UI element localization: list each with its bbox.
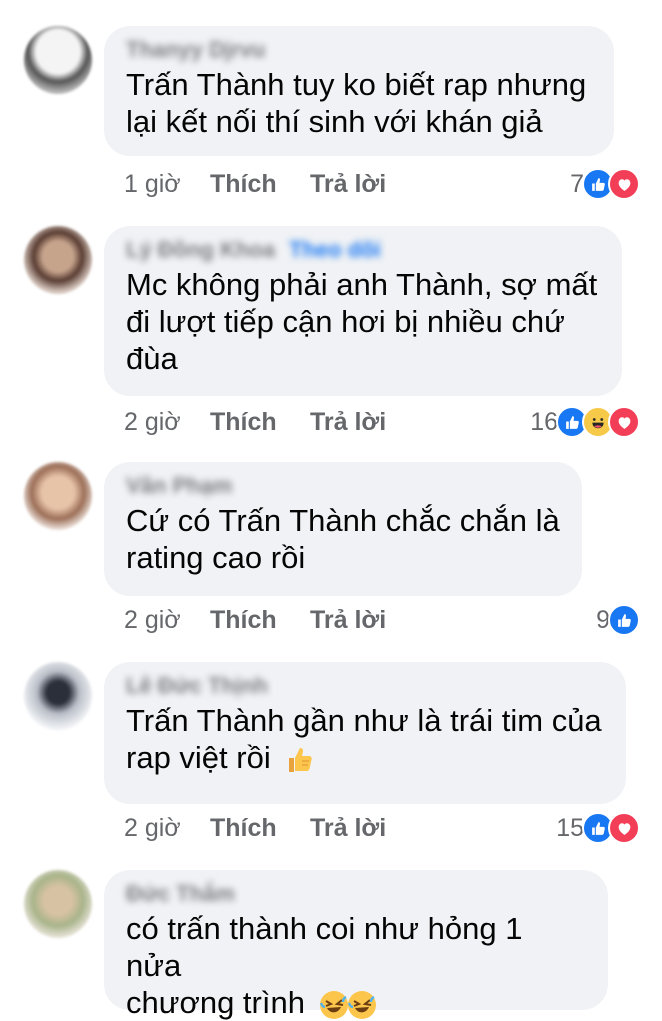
reaction-summary[interactable]: 16	[530, 402, 640, 442]
comment-time[interactable]: 1 giờ	[124, 170, 210, 199]
comment-line: Cứ có Trấn Thành chắc chắn là	[126, 503, 560, 538]
commenter-name[interactable]: Thanyy Djrvu	[126, 38, 265, 62]
commenter-name[interactable]: Lê Đức Thịnh	[126, 674, 268, 698]
comment-actions: 2 giờ Thích Trả lời	[124, 600, 386, 640]
thumbs-up-emoji-icon	[289, 747, 313, 772]
reply-button[interactable]: Trả lời	[310, 814, 386, 843]
like-icon	[608, 604, 640, 636]
like-button[interactable]: Thích	[210, 606, 310, 635]
comment-actions: 1 giờ Thích Trả lời	[124, 164, 386, 204]
reaction-summary[interactable]: 7	[570, 164, 640, 204]
comment-bubble[interactable]: Lê Đức Thịnh Trấn Thành gần như là trái …	[104, 662, 626, 804]
follow-link[interactable]: Theo dõi	[289, 237, 381, 262]
comment-actions: 2 giờ Thích Trả lời	[124, 402, 386, 442]
like-button[interactable]: Thích	[210, 408, 310, 437]
comment-line-text: rap việt rồi	[126, 740, 271, 775]
commenter-name: Lý Đồng Khoa Theo dõi	[126, 238, 381, 262]
like-button[interactable]: Thích	[210, 170, 310, 199]
commenter-name[interactable]: Đức Thắm	[126, 882, 235, 906]
reply-button[interactable]: Trả lời	[310, 606, 386, 635]
love-icon	[608, 812, 640, 844]
comment-line: Trấn Thành gần như là trái tim của	[126, 703, 602, 738]
comment-bubble[interactable]: Lý Đồng Khoa Theo dõi Mc không phải anh T…	[104, 226, 622, 396]
reaction-count: 16	[530, 407, 558, 436]
comment-line: đi lượt tiếp cận hơi bị nhiều chứ	[126, 304, 565, 339]
comment-line: chương trình	[126, 984, 586, 1021]
comment-bubble[interactable]: Đức Thắm có trấn thành coi như hỏng 1 nử…	[104, 870, 608, 1020]
like-button[interactable]: Thích	[210, 814, 310, 843]
comment-line: Trấn Thành tuy ko biết rap nhưng	[126, 67, 587, 102]
reply-button[interactable]: Trả lời	[310, 170, 386, 199]
comment-line: lại kết nối thí sinh với khán giả	[126, 104, 543, 139]
comment-bubble[interactable]: Vân Phạm Cứ có Trấn Thành chắc chắn là r…	[104, 462, 582, 596]
reaction-summary[interactable]: 9	[596, 600, 640, 640]
comment-text: Trấn Thành tuy ko biết rap nhưng lại kết…	[126, 66, 592, 140]
comment-text: có trấn thành coi như hỏng 1 nửa chương …	[126, 910, 586, 1021]
comment-line: rating cao rồi	[126, 540, 306, 575]
reaction-count: 15	[556, 813, 584, 842]
comment-time[interactable]: 2 giờ	[124, 606, 210, 635]
love-icon	[608, 168, 640, 200]
comment-text: Cứ có Trấn Thành chắc chắn là rating cao…	[126, 502, 560, 576]
comment-line: rap việt rồi	[126, 739, 604, 776]
comment-time[interactable]: 2 giờ	[124, 814, 210, 843]
comment-line-text: chương trình	[126, 985, 305, 1020]
comment-actions: 2 giờ Thích Trả lời	[124, 808, 386, 848]
avatar[interactable]	[24, 662, 92, 730]
avatar[interactable]	[24, 226, 92, 294]
rofl-emoji-icon	[347, 990, 376, 1019]
love-icon	[608, 406, 640, 438]
comment-line: Mc không phải anh Thành, sợ mất	[126, 267, 598, 302]
reaction-summary[interactable]: 15	[556, 808, 640, 848]
avatar[interactable]	[24, 870, 92, 938]
avatar[interactable]	[24, 26, 92, 94]
commenter-name[interactable]: Vân Phạm	[126, 474, 232, 498]
avatar[interactable]	[24, 462, 92, 530]
commenter-name-text[interactable]: Lý Đồng Khoa	[126, 237, 275, 262]
comment-time[interactable]: 2 giờ	[124, 408, 210, 437]
comment-text: Mc không phải anh Thành, sợ mất đi lượt …	[126, 266, 600, 377]
comment-text: Trấn Thành gần như là trái tim của rap v…	[126, 702, 604, 776]
reply-button[interactable]: Trả lời	[310, 408, 386, 437]
comment-line: đùa	[126, 341, 178, 376]
comment-line: có trấn thành coi như hỏng 1 nửa	[126, 911, 523, 983]
comment-bubble[interactable]: Thanyy Djrvu Trấn Thành tuy ko biết rap …	[104, 26, 614, 156]
